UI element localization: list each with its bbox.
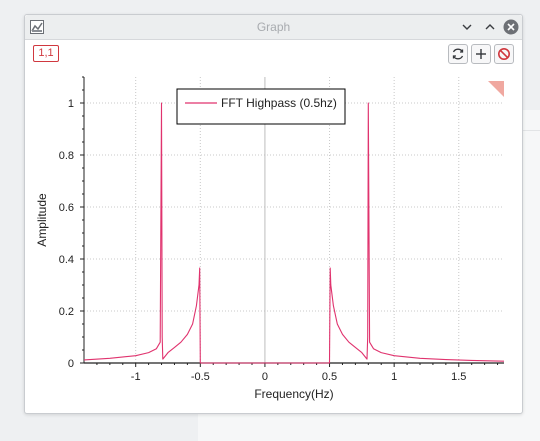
background-divider <box>520 130 540 131</box>
legend: FFT Highpass (0.5hz) <box>176 88 346 125</box>
series-line-0 <box>83 102 505 364</box>
x-tick-label: 0.5 <box>322 371 337 383</box>
x-axis-title: Frequency(Hz) <box>254 387 333 401</box>
x-tick-label: 1.5 <box>451 371 466 383</box>
x-tick-label: 1 <box>391 371 397 383</box>
y-tick-label: 0.8 <box>59 150 74 162</box>
y-axis-title: Amplitude <box>35 193 49 247</box>
corner-marker-icon[interactable] <box>488 81 504 97</box>
y-tick-label: 0 <box>68 358 74 370</box>
y-tick-label: 0.6 <box>59 202 74 214</box>
x-tick-label: -0.5 <box>191 371 210 383</box>
x-tick-label: 0 <box>262 371 268 383</box>
y-tick-label: 0.4 <box>59 254 74 266</box>
y-tick-label: 0.2 <box>59 306 74 318</box>
chart[interactable]: -1 -0.5 0 0.5 1 1.5 0 0.2 0.4 0.6 0.8 1 Frequency(H… <box>25 15 522 413</box>
x-tick-label: -1 <box>131 371 141 383</box>
graph-window: Graph 1,1 -1 -0.5 0 0.5 1 1.5 0 0.2 0.4 … <box>24 14 523 414</box>
legend-label: FFT Highpass (0.5hz) <box>221 96 337 110</box>
y-tick-label: 1 <box>68 98 74 110</box>
